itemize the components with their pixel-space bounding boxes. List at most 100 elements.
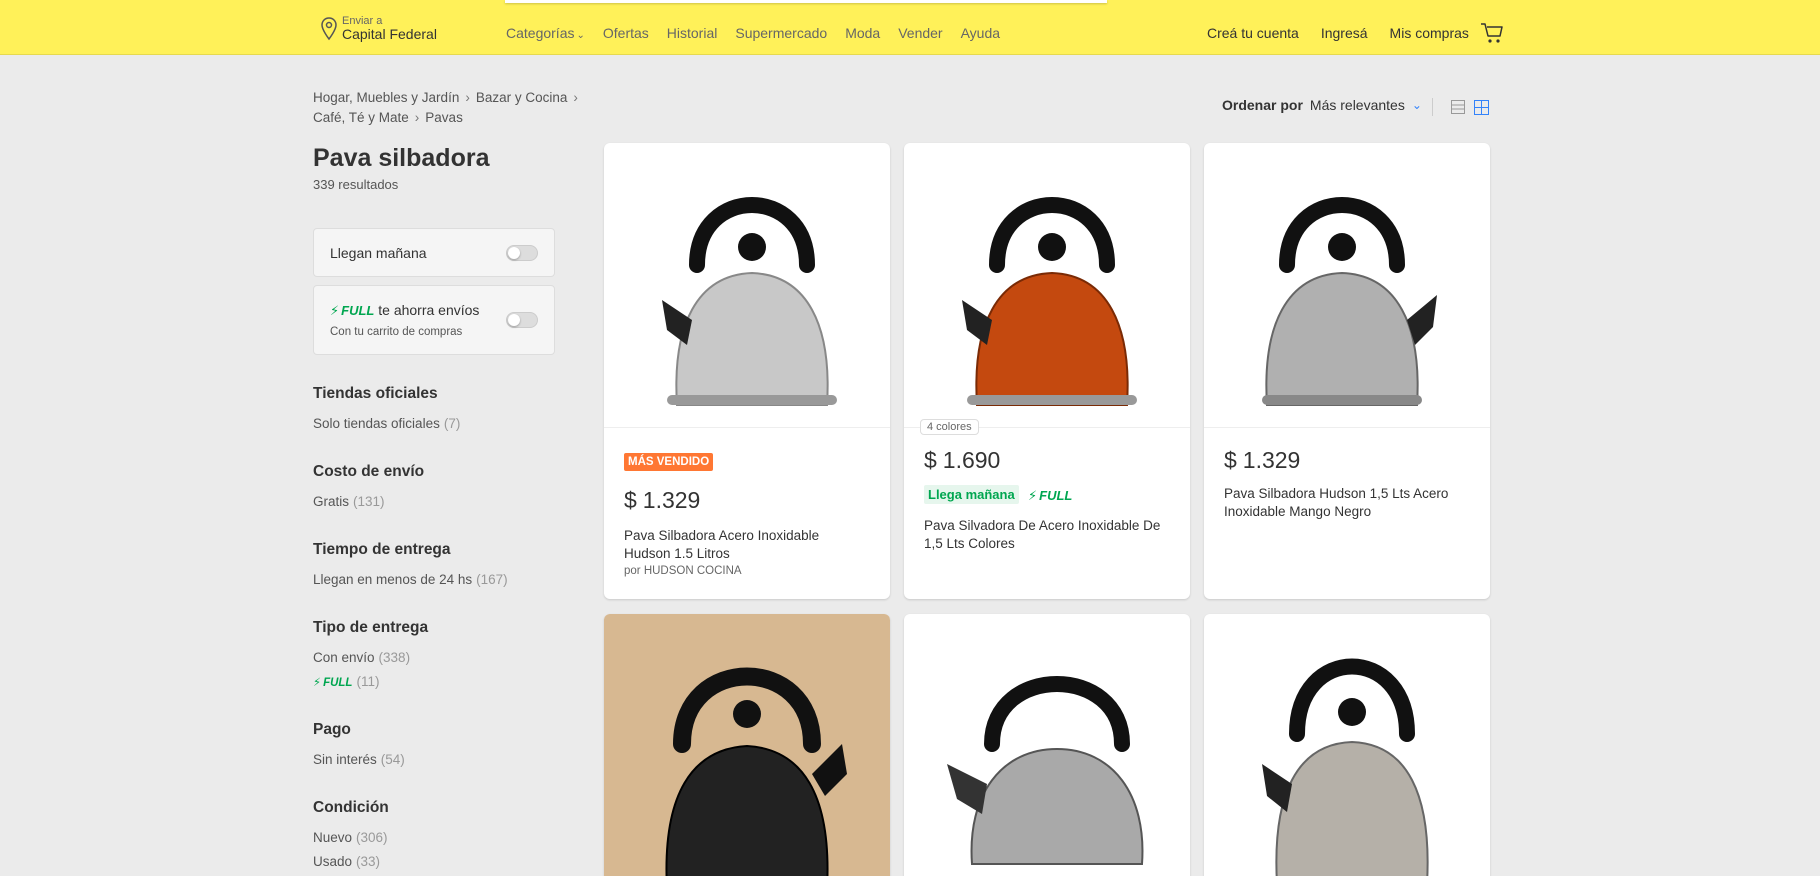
product-title[interactable]: Pava Silbadora Hudson 1,5 Lts Acero Inox… (1224, 485, 1469, 521)
filter-item-count: (338) (378, 650, 411, 665)
kettle-image (962, 197, 1137, 406)
nav-supermercado[interactable]: Supermercado (735, 25, 827, 41)
kettle-body (665, 744, 829, 876)
nav-ofertas[interactable]: Ofertas (603, 25, 649, 41)
filter-item-count: (11) (356, 674, 380, 689)
filter-item[interactable]: Sin interés (54) (313, 752, 405, 767)
location-selector[interactable]: Enviar a Capital Federal (320, 14, 437, 44)
filter-item-count: (54) (380, 752, 405, 767)
filter-item[interactable]: ⚡︎ FULL (11) (313, 674, 379, 689)
search-bar-edge[interactable] (505, 0, 1107, 3)
filter-item[interactable]: Llegan en menos de 24 hs (167) (313, 572, 508, 587)
breadcrumb-item[interactable]: Bazar y Cocina (476, 90, 568, 105)
product-price: $1.329 (624, 487, 700, 514)
full-toggle-box: ⚡︎ FULL te ahorra envíos Con tu carrito d… (313, 285, 555, 355)
currency: $ (1224, 447, 1237, 473)
full-logo-text: FULL (341, 303, 375, 318)
tomorrow-toggle-label: Llegan mañana (330, 245, 427, 261)
bolt-icon: ⚡︎ (1028, 488, 1038, 503)
create-account-link[interactable]: Creá tu cuenta (1207, 25, 1299, 41)
kettle-image (947, 675, 1144, 865)
best-seller-badge: MÁS VENDIDO (624, 453, 714, 471)
filter-heading: Costo de envío (313, 463, 425, 480)
product-image[interactable] (1204, 614, 1490, 876)
kettle-image (1262, 658, 1429, 876)
chevron-down-icon: ⌄ (1411, 98, 1422, 112)
tomorrow-toggle[interactable] (506, 245, 538, 261)
product-card[interactable]: MÁS VENDIDO $1.329 Pava Silbadora Acero … (604, 143, 890, 599)
price-value: 1.329 (642, 487, 701, 513)
price-value: 1.690 (942, 447, 1001, 473)
cart-icon[interactable] (1480, 22, 1504, 44)
product-card[interactable] (604, 614, 890, 876)
price-value: 1.329 (1242, 447, 1301, 473)
filter-heading: Pago (313, 721, 351, 738)
filter-item-label: Gratis (313, 494, 350, 509)
product-image[interactable] (604, 143, 890, 428)
filter-item[interactable]: Gratis (131) (313, 494, 385, 509)
filter-heading: Condición (313, 799, 389, 816)
kettle-body (970, 747, 1144, 865)
login-link[interactable]: Ingresá (1321, 25, 1368, 41)
product-card[interactable] (904, 614, 1190, 876)
nav-vender[interactable]: Vender (898, 25, 942, 41)
sort-label: Ordenar por (1222, 97, 1303, 113)
kettle-image (1262, 197, 1437, 406)
nav-historial[interactable]: Historial (667, 25, 718, 41)
filter-item-count: (306) (356, 830, 388, 845)
product-image[interactable] (904, 143, 1190, 428)
nav-moda[interactable]: Moda (845, 25, 880, 41)
filter-item[interactable]: Nuevo (306) (313, 830, 388, 845)
full-logo: ⚡︎ FULL (330, 303, 374, 318)
bolt-icon: ⚡︎ (313, 677, 322, 689)
product-seller: por HUDSON COCINA (624, 565, 742, 577)
breadcrumb-item[interactable]: Café, Té y Mate (313, 110, 409, 125)
filter-heading: Tiendas oficiales (313, 385, 438, 402)
filter-item[interactable]: Con envío (338) (313, 650, 410, 665)
filter-item-label: Con envío (313, 650, 375, 665)
divider (1432, 98, 1433, 116)
currency: $ (924, 447, 937, 473)
filter-item-count: (131) (353, 494, 385, 509)
breadcrumb-item[interactable]: Hogar, Muebles y Jardín (313, 90, 459, 105)
product-card[interactable]: 4 colores $1.690 Llega mañana ⚡︎ FULL Pav… (904, 143, 1190, 599)
filter-item-label: Nuevo (313, 830, 353, 845)
main-nav: Categorías ⌄ Ofertas Historial Supermerca… (506, 25, 1000, 41)
filter-item-label: FULL (323, 677, 353, 689)
list-view-icon[interactable] (1451, 100, 1465, 114)
filter-item-count: (167) (476, 572, 508, 587)
filter-item-count: (33) (356, 854, 381, 869)
chevron-down-icon: ⌄ (576, 30, 585, 41)
product-card[interactable] (1204, 614, 1490, 876)
nav-ayuda[interactable]: Ayuda (961, 25, 1000, 41)
filter-heading: Tiempo de entrega (313, 541, 451, 558)
filter-item-label: Llegan en menos de 24 hs (313, 572, 473, 587)
kettle-image (665, 667, 847, 876)
kettle-body (1265, 271, 1419, 406)
product-title[interactable]: Pava Silbadora Acero Inoxidable Hudson 1… (624, 527, 869, 563)
filter-item[interactable]: Usado (33) (313, 854, 380, 869)
filter-item-label: Sin interés (313, 752, 377, 767)
currency: $ (624, 487, 637, 513)
full-logo: ⚡︎ FULL (1028, 488, 1072, 504)
my-purchases-link[interactable]: Mis compras (1390, 25, 1469, 41)
product-card[interactable]: $1.329 Pava Silbadora Hudson 1,5 Lts Ace… (1204, 143, 1490, 599)
product-title[interactable]: Pava Silvadora De Acero Inoxidable De 1,… (924, 517, 1169, 553)
product-price: $1.690 (924, 447, 1000, 474)
location-pin-icon (321, 17, 337, 41)
full-toggle-label: ⚡︎ FULL te ahorra envíos (330, 302, 479, 319)
product-price: $1.329 (1224, 447, 1300, 474)
grid-view-icon[interactable] (1474, 100, 1489, 115)
filter-item-count: (7) (443, 416, 461, 431)
sort-control[interactable]: Ordenar por Más relevantes ⌄ (1222, 97, 1422, 113)
chevron-right-icon: › (414, 110, 420, 125)
full-toggle[interactable] (506, 312, 538, 328)
filter-item[interactable]: Solo tiendas oficiales (7) (313, 416, 460, 431)
kettle-body (675, 271, 829, 406)
product-image[interactable] (604, 614, 890, 876)
sort-value: Más relevantes (1309, 97, 1405, 113)
nav-categorias[interactable]: Categorías ⌄ (506, 25, 585, 41)
product-image[interactable] (904, 614, 1190, 876)
product-image[interactable] (1204, 143, 1490, 428)
breadcrumb-item[interactable]: Pavas (425, 110, 463, 125)
